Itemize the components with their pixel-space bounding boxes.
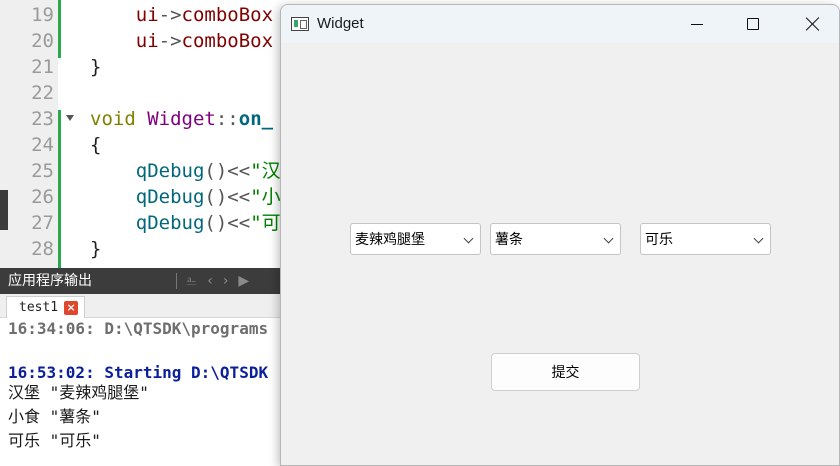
close-icon bbox=[806, 17, 820, 31]
line-number: 24 bbox=[31, 134, 54, 156]
code-line: 22 bbox=[0, 80, 290, 106]
side-panel-edge bbox=[0, 190, 8, 230]
code-text: qDebug()<<"汉 bbox=[135, 160, 281, 182]
line-number: 28 bbox=[31, 238, 54, 260]
minimize-icon bbox=[691, 23, 703, 25]
code-line: 23 void Widget::on_ bbox=[0, 106, 290, 132]
code-text: { bbox=[90, 134, 102, 156]
output-tab-row: test1 × bbox=[0, 294, 290, 318]
widget-window: Widget 麦辣鸡腿堡 薯条 可乐 提交 bbox=[280, 4, 840, 466]
output-line: 16:34:06: D:\QTSDK\programs bbox=[8, 319, 269, 338]
output-line: 小食 "薯条" bbox=[8, 407, 101, 426]
maximize-button[interactable] bbox=[725, 5, 781, 43]
run-icon[interactable]: ▶ bbox=[238, 268, 249, 294]
code-text: qDebug()<<"可 bbox=[135, 212, 281, 234]
code-text: ui->comboBox bbox=[135, 4, 274, 26]
maximize-icon bbox=[747, 18, 759, 30]
code-line: 24 { bbox=[0, 132, 290, 158]
combobox-value: 薯条 bbox=[495, 232, 523, 248]
title-bar[interactable]: Widget bbox=[281, 5, 839, 43]
code-text: ui->comboBox bbox=[135, 30, 274, 52]
code-text: } bbox=[90, 238, 102, 260]
snack-combobox[interactable]: 薯条 bbox=[490, 223, 621, 255]
line-number: 27 bbox=[31, 212, 54, 234]
code-line: 28} bbox=[0, 236, 290, 262]
app-window-icon bbox=[291, 17, 309, 31]
drink-combobox[interactable]: 可乐 bbox=[640, 223, 771, 255]
code-line: 27 qDebug()<<"可 bbox=[0, 210, 290, 236]
output-line: 可乐 "可乐" bbox=[8, 431, 101, 450]
next-icon[interactable]: › bbox=[223, 268, 229, 294]
code-line: 20 ui->comboBox bbox=[0, 28, 290, 54]
code-text: qDebug()<<"小 bbox=[135, 186, 281, 208]
close-button[interactable] bbox=[785, 5, 839, 43]
submit-button[interactable]: 提交 bbox=[491, 353, 640, 391]
line-number: 22 bbox=[31, 82, 54, 104]
previous-icon[interactable]: ‹ bbox=[207, 268, 213, 294]
code-text: void Widget::on_ bbox=[90, 108, 274, 130]
line-number: 19 bbox=[31, 4, 54, 26]
line-number: 26 bbox=[31, 186, 54, 208]
output-header-label: 应用程序输出 bbox=[8, 273, 92, 289]
chevron-down-icon bbox=[463, 233, 474, 244]
output-line: 汉堡 "麦辣鸡腿堡" bbox=[8, 383, 149, 402]
window-title: Widget bbox=[317, 15, 364, 32]
code-line: 25 qDebug()<<"汉 bbox=[0, 158, 290, 184]
clean-output-icon[interactable]: ⎁ bbox=[186, 268, 197, 294]
line-number: 23 bbox=[31, 108, 54, 130]
chevron-down-icon bbox=[603, 233, 614, 244]
line-number: 25 bbox=[31, 160, 54, 182]
combobox-value: 可乐 bbox=[645, 232, 673, 248]
toolbar-separator bbox=[176, 273, 177, 289]
line-number: 20 bbox=[31, 30, 54, 52]
window-client-area: 麦辣鸡腿堡 薯条 可乐 提交 bbox=[281, 43, 839, 465]
minimize-button[interactable] bbox=[669, 5, 725, 43]
line-number: 21 bbox=[31, 56, 54, 78]
combobox-value: 麦辣鸡腿堡 bbox=[355, 232, 425, 248]
output-tab-test1[interactable]: test1 × bbox=[6, 296, 86, 318]
code-text: } bbox=[90, 56, 102, 78]
code-line: 19 ui->comboBox bbox=[0, 2, 290, 28]
output-line: 16:53:02: Starting D:\QTSDK bbox=[8, 363, 269, 382]
code-line: 26 qDebug()<<"小 bbox=[0, 184, 290, 210]
fold-arrow-icon[interactable] bbox=[66, 115, 74, 121]
tab-label: test1 bbox=[19, 300, 59, 315]
code-editor[interactable]: 19 ui->comboBox 20 ui->comboBox 21} 22 23 voi… bbox=[0, 0, 290, 268]
application-output-pane: 应用程序输出 ⎁ ‹ › ▶ test1 × 16:34:06: D:\QTSD… bbox=[0, 268, 290, 466]
chevron-down-icon bbox=[753, 233, 764, 244]
output-header: 应用程序输出 ⎁ ‹ › ▶ bbox=[0, 268, 290, 294]
burger-combobox[interactable]: 麦辣鸡腿堡 bbox=[350, 223, 481, 255]
close-icon[interactable]: × bbox=[64, 300, 79, 315]
code-line: 21} bbox=[0, 54, 290, 80]
